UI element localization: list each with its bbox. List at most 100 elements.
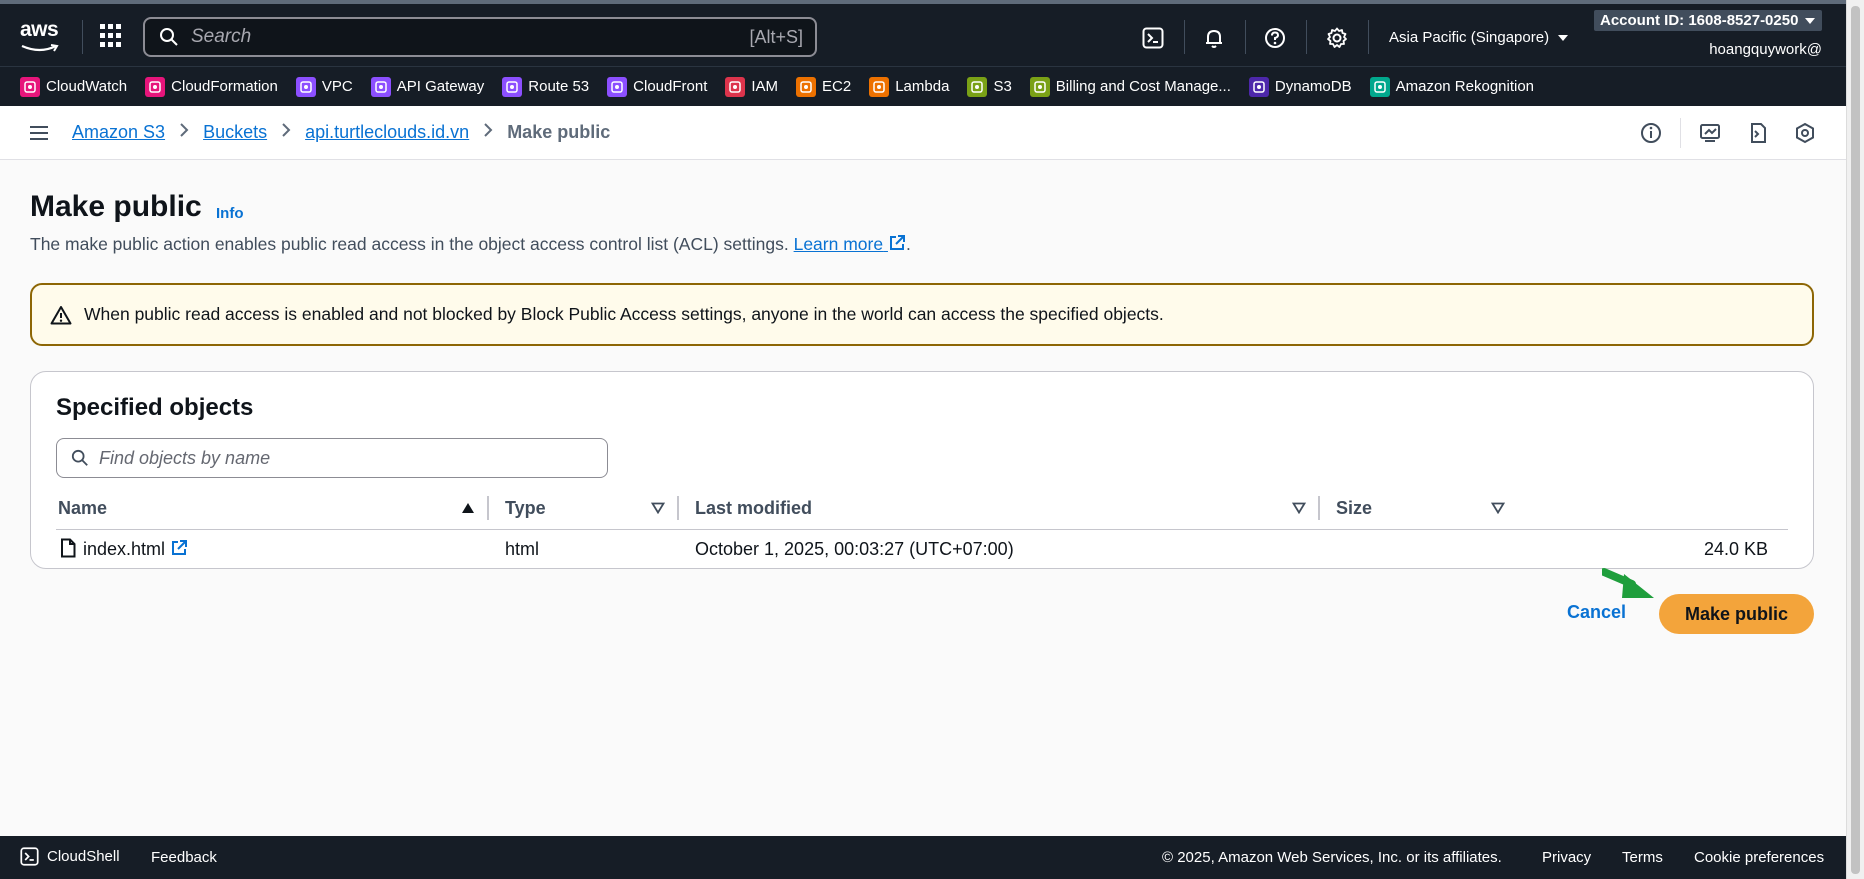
footer: CloudShell Feedback © 2025, Amazon Web S… <box>0 836 1846 879</box>
region-selector[interactable]: Asia Pacific (Singapore) <box>1389 29 1569 46</box>
divider <box>82 20 83 54</box>
breadcrumb-buckets[interactable]: Buckets <box>203 122 267 143</box>
ec2-icon <box>796 76 817 97</box>
breadcrumb-current: Make public <box>507 122 611 142</box>
column-resizer[interactable] <box>487 496 489 520</box>
breadcrumb: Amazon S3 Buckets api.turtleclouds.id.vn… <box>72 122 610 143</box>
divider <box>1184 20 1185 54</box>
favorite-rekognition[interactable]: Amazon Rekognition <box>1369 76 1534 97</box>
hamburger-menu-icon[interactable] <box>30 126 48 140</box>
caret-down-icon <box>1805 17 1816 24</box>
cloudwatch-icon <box>20 76 40 97</box>
specified-objects-panel: Specified objects Find objects by name N… <box>30 371 1814 569</box>
favorite-cloudfront[interactable]: CloudFront <box>607 76 708 97</box>
favorite-label: CloudWatch <box>46 78 128 95</box>
services-menu-icon[interactable] <box>100 24 124 48</box>
cloudshell-icon[interactable] <box>1140 25 1166 51</box>
favorite-label: Billing and Cost Manage... <box>1055 78 1231 95</box>
vpc-icon <box>295 76 316 97</box>
column-resizer[interactable] <box>1318 496 1320 520</box>
panel-title: Specified objects <box>56 394 254 421</box>
page-description: The make public action enables public re… <box>30 234 911 255</box>
page-scrollbar[interactable] <box>1846 0 1864 879</box>
table-row: index.html html October 1, 2025, 00:03:2… <box>56 530 1788 568</box>
object-link[interactable]: index.html <box>83 539 188 560</box>
favorite-dynamodb[interactable]: DynamoDB <box>1248 76 1352 97</box>
divider <box>1680 118 1681 148</box>
favorite-route53[interactable]: Route 53 <box>502 76 589 97</box>
help-icon[interactable] <box>1262 25 1288 51</box>
column-header-size[interactable]: Size <box>1336 498 1372 519</box>
favorite-label: EC2 <box>822 78 852 95</box>
scrollbar-thumb[interactable] <box>1851 6 1860 874</box>
privacy-link[interactable]: Privacy <box>1542 849 1591 866</box>
cloudshell-button[interactable]: CloudShell <box>20 847 120 866</box>
warning-icon <box>50 305 72 324</box>
sort-icon[interactable] <box>1491 502 1505 514</box>
favorite-ec2[interactable]: EC2 <box>796 76 852 97</box>
learn-more-link[interactable]: Learn more <box>794 234 906 254</box>
annotation-arrow-icon <box>1602 568 1654 598</box>
notifications-bell-icon[interactable] <box>1201 25 1227 51</box>
chevron-right-icon <box>281 122 291 143</box>
aws-logo-text: aws <box>20 18 59 41</box>
search-icon <box>71 449 88 466</box>
column-header-type[interactable]: Type <box>505 498 546 519</box>
document-panel-icon[interactable] <box>1745 120 1771 146</box>
favorite-billing[interactable]: Billing and Cost Manage... <box>1029 76 1231 97</box>
page-title: Make public <box>30 190 202 223</box>
favorite-vpc[interactable]: VPC <box>295 76 353 97</box>
favorite-iam[interactable]: IAM <box>725 76 778 97</box>
favorite-label: VPC <box>321 78 353 95</box>
favorite-label: CloudFront <box>633 78 708 95</box>
dynamodb-icon <box>1248 76 1269 97</box>
favorite-label: API Gateway <box>396 78 485 95</box>
divider <box>1306 20 1307 54</box>
make-public-button[interactable]: Make public <box>1659 594 1814 634</box>
settings-panel-icon[interactable] <box>1792 120 1818 146</box>
favorite-cloudwatch[interactable]: CloudWatch <box>20 76 128 97</box>
search-input[interactable]: Search [Alt+S] <box>143 17 817 57</box>
column-resizer[interactable] <box>677 496 679 520</box>
cloudfront-icon <box>607 76 628 97</box>
favorite-cloudformation[interactable]: CloudFormation <box>145 76 278 97</box>
favorite-s3[interactable]: S3 <box>967 76 1012 97</box>
info-panel-icon[interactable] <box>1638 120 1664 146</box>
s3-icon <box>967 76 988 97</box>
search-shortcut: [Alt+S] <box>749 26 803 47</box>
warning-text: When public read access is enabled and n… <box>84 304 1164 324</box>
search-icon <box>160 28 178 46</box>
info-link[interactable]: Info <box>216 205 244 222</box>
sort-icon[interactable] <box>1292 502 1306 514</box>
region-label: Asia Pacific (Singapore) <box>1389 29 1550 46</box>
column-header-last-modified[interactable]: Last modified <box>695 498 812 519</box>
cookie-preferences-link[interactable]: Cookie preferences <box>1694 849 1824 866</box>
divider <box>1245 20 1246 54</box>
sort-ascending-icon[interactable] <box>461 502 475 514</box>
favorite-lambda[interactable]: Lambda <box>869 76 950 97</box>
favorite-api-gateway[interactable]: API Gateway <box>370 76 485 97</box>
settings-gear-icon[interactable] <box>1324 25 1350 51</box>
breadcrumb-bucket-name[interactable]: api.turtleclouds.id.vn <box>305 122 469 143</box>
aws-logo[interactable]: aws <box>20 18 64 54</box>
find-objects-input[interactable]: Find objects by name <box>56 438 608 478</box>
search-placeholder: Search <box>191 26 252 47</box>
api-gateway-icon <box>370 76 391 97</box>
feedback-link[interactable]: Feedback <box>151 849 217 866</box>
sort-icon[interactable] <box>651 502 665 514</box>
cancel-button[interactable]: Cancel <box>1567 602 1626 623</box>
account-menu[interactable]: Account ID: 1608-8527-0250 <box>1594 10 1823 31</box>
lambda-icon <box>869 76 890 97</box>
description-period: . <box>905 234 911 254</box>
screen-panel-icon[interactable] <box>1697 120 1723 146</box>
cloudformation-icon <box>145 76 166 97</box>
favorite-label: Lambda <box>895 78 950 95</box>
username[interactable]: hoangquywork@ <box>1709 41 1822 58</box>
column-header-name[interactable]: Name <box>58 498 107 519</box>
breadcrumb-amazon-s3[interactable]: Amazon S3 <box>72 122 165 143</box>
find-objects-placeholder: Find objects by name <box>99 447 271 468</box>
chevron-right-icon <box>483 122 493 143</box>
route53-icon <box>502 76 523 97</box>
terms-link[interactable]: Terms <box>1622 849 1663 866</box>
external-link-icon <box>172 540 188 555</box>
